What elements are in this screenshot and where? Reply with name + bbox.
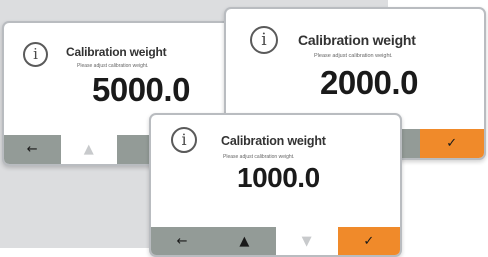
screen-subtitle: Please adjust calibration weight. <box>77 63 149 69</box>
up-button[interactable]: ▲ <box>213 227 276 255</box>
weight-value: 2000.0 <box>320 64 418 101</box>
info-icon: i <box>171 127 197 153</box>
arrow-up-icon: ▲ <box>239 233 250 249</box>
weight-value: 1000.0 <box>237 162 320 193</box>
screen-subtitle: Please adjust calibration weight. <box>223 154 295 160</box>
checkmark-icon: ✓ <box>446 136 458 151</box>
back-button[interactable]: ← <box>151 227 214 255</box>
calibration-screen-1000: i Calibration weight Please adjust calib… <box>149 113 402 257</box>
checkmark-icon: ✓ <box>363 233 375 249</box>
up-button[interactable]: ▲ <box>60 135 117 164</box>
screen-title: Calibration weight <box>221 134 326 148</box>
info-icon: i <box>23 42 48 67</box>
arrow-left-icon: ← <box>176 233 188 249</box>
screen-title: Calibration weight <box>298 32 416 48</box>
screen-title: Calibration weight <box>66 45 167 59</box>
button-bar: ← ▲ ▼ ✓ <box>151 227 400 255</box>
confirm-button[interactable]: ✓ <box>337 227 400 255</box>
info-icon: i <box>250 26 278 54</box>
back-button[interactable]: ← <box>4 135 61 164</box>
weight-value: 5000.0 <box>92 71 190 108</box>
screen-subtitle: Please adjust calibration weight. <box>314 53 393 59</box>
arrow-left-icon: ← <box>26 142 38 157</box>
down-button[interactable]: ▼ <box>275 227 338 255</box>
confirm-button[interactable]: ✓ <box>419 129 484 158</box>
arrow-up-icon: ▲ <box>83 142 94 157</box>
arrow-down-icon: ▼ <box>301 233 312 249</box>
